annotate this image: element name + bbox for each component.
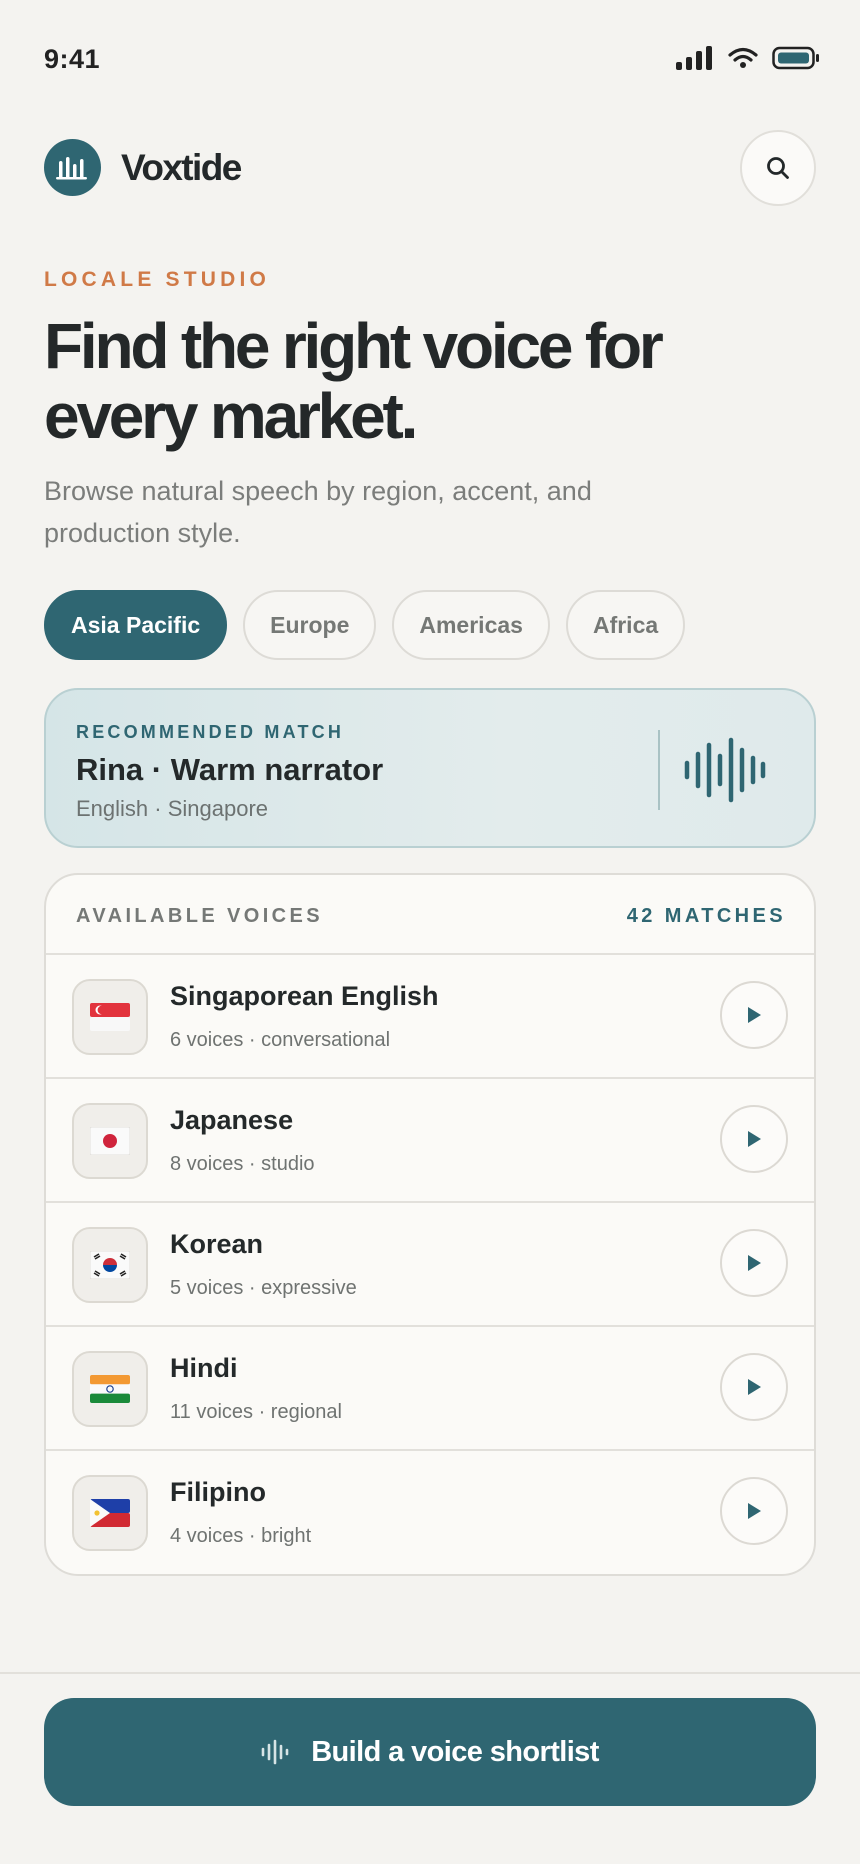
voice-row-meta: 4 voices · bright bbox=[170, 1525, 312, 1547]
wifi-icon bbox=[728, 47, 758, 68]
play-icon bbox=[748, 1503, 761, 1519]
play-button[interactable] bbox=[720, 1477, 788, 1545]
flag-singapore-icon bbox=[72, 979, 148, 1055]
divider bbox=[658, 730, 660, 810]
recommended-match-card[interactable]: RECOMMENDED MATCH Rina · Warm narrator E… bbox=[44, 688, 816, 848]
waveform-icon bbox=[684, 737, 766, 803]
play-icon bbox=[748, 1007, 761, 1023]
page-subtitle: Browse natural speech by region, accent,… bbox=[44, 476, 592, 548]
play-icon bbox=[748, 1131, 761, 1147]
search-button[interactable] bbox=[740, 130, 816, 206]
list-title: AVAILABLE VOICES bbox=[76, 905, 324, 927]
flag-korea-icon bbox=[72, 1227, 148, 1303]
build-shortlist-button[interactable]: Build a voice shortlist bbox=[44, 1698, 816, 1806]
region-filter: Asia Pacific Europe Americas Africa bbox=[44, 590, 686, 660]
app-header: Voxtide bbox=[44, 130, 816, 214]
build-shortlist-label: Build a voice shortlist bbox=[311, 1735, 599, 1768]
voice-row-name: Filipino bbox=[170, 1477, 266, 1507]
voice-row-name: Hindi bbox=[170, 1353, 238, 1383]
voice-row-korean[interactable]: Korean 5 voices · expressive bbox=[46, 1203, 814, 1327]
available-voices-card: AVAILABLE VOICES 42 MATCHES Singaporean … bbox=[44, 873, 816, 1576]
voice-row-hindi[interactable]: Hindi 11 voices · regional bbox=[46, 1327, 814, 1451]
play-button[interactable] bbox=[720, 1105, 788, 1173]
recommended-eyebrow: RECOMMENDED MATCH bbox=[76, 722, 345, 742]
flag-philippines-icon bbox=[72, 1475, 148, 1551]
voice-row-meta: 6 voices · conversational bbox=[170, 1029, 391, 1051]
page-title: Find the right voice for every market. bbox=[44, 310, 664, 452]
voice-row-filipino[interactable]: Filipino 4 voices · bright bbox=[46, 1451, 814, 1574]
region-chip-africa[interactable]: Africa bbox=[565, 590, 686, 660]
region-chip-americas[interactable]: Americas bbox=[392, 590, 550, 660]
match-count: 42 MATCHES bbox=[626, 905, 786, 927]
app-name: Voxtide bbox=[121, 147, 242, 188]
status-icons bbox=[676, 46, 820, 70]
play-icon bbox=[748, 1255, 761, 1271]
voice-row-name: Korean bbox=[170, 1229, 264, 1259]
play-icon bbox=[748, 1379, 761, 1395]
voice-row-meta: 11 voices · regional bbox=[170, 1401, 342, 1423]
section-eyebrow: LOCALE STUDIO bbox=[44, 268, 271, 291]
region-chip-asia-pacific[interactable]: Asia Pacific bbox=[44, 590, 228, 660]
signal-icon bbox=[676, 46, 712, 70]
play-button[interactable] bbox=[720, 1353, 788, 1421]
search-icon bbox=[767, 157, 789, 179]
voice-row-singaporean-english[interactable]: Singaporean English 6 voices · conversat… bbox=[46, 955, 814, 1079]
logo-icon bbox=[44, 139, 101, 196]
recommended-voice-locale: English · Singapore bbox=[76, 796, 269, 821]
battery-icon bbox=[772, 46, 819, 70]
play-button[interactable] bbox=[720, 981, 788, 1049]
status-bar: 9:41 bbox=[0, 0, 860, 110]
voice-row-meta: 5 voices · expressive bbox=[170, 1277, 357, 1299]
voice-row-meta: 8 voices · studio bbox=[170, 1153, 315, 1175]
voice-row-name: Japanese bbox=[170, 1105, 294, 1135]
voice-row-japanese[interactable]: Japanese 8 voices · studio bbox=[46, 1079, 814, 1203]
waveform-icon bbox=[261, 1739, 289, 1765]
status-time: 9:41 bbox=[44, 44, 101, 74]
list-header: AVAILABLE VOICES 42 MATCHES bbox=[46, 875, 814, 955]
region-chip-europe[interactable]: Europe bbox=[243, 590, 377, 660]
voice-row-name: Singaporean English bbox=[170, 981, 439, 1011]
flag-india-icon bbox=[72, 1351, 148, 1427]
recommended-voice-name: Rina · Warm narrator bbox=[76, 752, 384, 787]
flag-japan-icon bbox=[72, 1103, 148, 1179]
play-button[interactable] bbox=[720, 1229, 788, 1297]
